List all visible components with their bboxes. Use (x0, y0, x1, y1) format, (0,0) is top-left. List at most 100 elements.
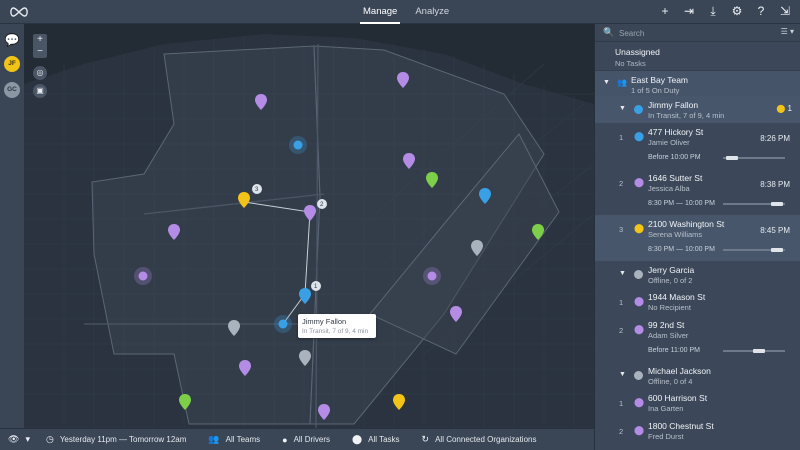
driver-marker[interactable] (278, 319, 288, 329)
driver-marker[interactable] (293, 140, 303, 150)
alert-count: 1 (787, 104, 792, 113)
driver-status: Offline, 0 of 2 (648, 276, 693, 285)
task-eta: 8:38 PM (760, 180, 790, 189)
top-actions: + ⇥ ⤓ ⚙ ? ⇲ (658, 4, 792, 18)
driver-marker[interactable] (427, 271, 437, 281)
top-bar: Manage Analyze + ⇥ ⤓ ⚙ ? ⇲ (0, 0, 800, 24)
task-recipient: Ina Garten (648, 404, 684, 413)
task-row[interactable]: 1 ⬤ 1944 Mason St No Recipient (595, 288, 800, 316)
filter-bar: 👁 ▾ ◷ Yesterday 11pm — Tomorrow 12am 👥 A… (0, 428, 594, 450)
driver-alert[interactable]: ⬤ 1 (776, 104, 792, 113)
chat-add-icon[interactable]: 💬 (4, 32, 20, 48)
tab-analyze[interactable]: Analyze (412, 0, 452, 24)
zoom-controls: + − (33, 34, 47, 58)
main-nav: Manage Analyze (360, 0, 452, 24)
driver-status-dot (634, 270, 643, 279)
map-view[interactable]: 3 2 1 + − ◎ ▣ Jimmy Fallon In Transit, 7… (24, 24, 594, 428)
task-number: 1 (619, 298, 624, 307)
task-recipient: Adam Silver (648, 331, 689, 340)
search-input[interactable] (619, 26, 759, 40)
drivers-filter[interactable]: ● All Drivers (282, 435, 330, 445)
logout-icon[interactable]: ⇲ (778, 4, 792, 18)
people-icon: 👥 (208, 434, 220, 444)
task-window-slider (723, 202, 785, 206)
team-header[interactable]: ▼ 👥 East Bay Team 1 of 5 On Duty (595, 70, 800, 96)
task-row[interactable]: 2 ⬤ 1800 Chestnut St Fred Durst (595, 417, 800, 445)
task-number: 2 (619, 179, 624, 188)
task-eta: 8:45 PM (760, 226, 790, 235)
time-range-filter[interactable]: ◷ Yesterday 11pm — Tomorrow 12am (46, 434, 186, 445)
pin-icon: ⬤ (352, 434, 363, 444)
driver-row[interactable]: ▼ Michael Jackson Offline, 0 of 4 (595, 362, 800, 389)
driver-row[interactable]: ▼ Jerry Garcia Offline, 0 of 2 (595, 261, 800, 288)
organizations-filter[interactable]: ↻ All Connected Organizations (422, 434, 537, 445)
task-number: 3 (619, 225, 624, 234)
organizations-label: All Connected Organizations (435, 435, 537, 444)
driver-status: In Transit, 7 of 9, 4 min (648, 111, 725, 120)
pin-icon: ⬤ (634, 131, 645, 141)
tooltip-driver-status: In Transit, 7 of 9, 4 min (302, 328, 369, 335)
unassigned-title: Unassigned (615, 47, 660, 57)
driver-dot-icon: ● (282, 434, 288, 445)
locate-icon[interactable]: ◎ (33, 66, 47, 80)
team-name: East Bay Team (631, 75, 689, 85)
drivers-label: All Drivers (293, 435, 331, 444)
settings-icon[interactable]: ⚙ (730, 4, 744, 18)
tab-manage[interactable]: Manage (360, 0, 401, 24)
tasks-filter[interactable]: ⬤ All Tasks (352, 434, 400, 445)
help-icon[interactable]: ? (754, 4, 768, 18)
search-bar: 🔍 ☰ ▾ (595, 24, 800, 42)
task-number: 1 (619, 399, 624, 408)
unassigned-section[interactable]: Unassigned No Tasks (595, 42, 800, 70)
chevron-down-icon[interactable]: ▼ (619, 371, 626, 378)
task-window-slider (723, 349, 785, 353)
teams-filter[interactable]: 👥 All Teams (208, 434, 260, 445)
task-number: 2 (619, 427, 624, 436)
task-number: 1 (619, 133, 624, 142)
window-handle (726, 156, 738, 160)
binoculars-filter-button[interactable]: 👁 ▾ (8, 434, 30, 445)
zoom-in-button[interactable]: + (33, 34, 47, 46)
task-row[interactable]: 3 ⬤ 2100 Washington St Serena Williams 8… (595, 215, 800, 261)
task-row[interactable]: 1 ⬤ 600 Harrison St Ina Garten (595, 389, 800, 417)
driver-marker[interactable] (138, 271, 148, 281)
people-icon: 👥 (617, 78, 627, 87)
task-address: 2100 Washington St (648, 219, 725, 229)
left-rail: 💬 JF GC (0, 24, 24, 428)
task-row[interactable]: 1 ⬤ 477 Hickory St Jamie Oliver 8:26 PM … (595, 123, 800, 169)
pin-icon: ⬤ (776, 104, 786, 113)
task-recipient: Jessica Alba (648, 184, 690, 193)
task-address: 99 2nd St (648, 320, 685, 330)
infinity-logo-icon[interactable] (8, 6, 30, 18)
avatar-gc[interactable]: GC (4, 82, 20, 98)
list-options-icon[interactable]: ☰ ▾ (781, 27, 794, 36)
chevron-down-icon[interactable]: ▼ (619, 270, 626, 277)
driver-status: Offline, 0 of 4 (648, 377, 693, 386)
zoom-out-button[interactable]: − (33, 46, 47, 58)
task-row[interactable]: 2 ⬤ 1646 Sutter St Jessica Alba 8:38 PM … (595, 169, 800, 215)
time-range-label: Yesterday 11pm — Tomorrow 12am (59, 435, 187, 444)
task-address: 1800 Chestnut St (648, 421, 714, 431)
chevron-down-icon[interactable]: ▼ (619, 105, 626, 112)
task-window: Before 10:00 PM (648, 154, 701, 161)
task-row[interactable]: 2 ⬤ 99 2nd St Adam Silver Before 11:00 P… (595, 316, 800, 362)
chevron-down-icon[interactable]: ▼ (603, 79, 610, 86)
avatar-jf[interactable]: JF (4, 56, 20, 72)
import-icon[interactable]: ⇥ (682, 4, 696, 18)
vehicle-icon[interactable]: ▣ (33, 84, 47, 98)
driver-name: Jimmy Fallon (648, 100, 699, 110)
team-status: 1 of 5 On Duty (631, 86, 680, 95)
connected-icon: ↻ (421, 434, 430, 444)
add-icon[interactable]: + (658, 4, 672, 18)
search-icon: 🔍 (603, 27, 615, 37)
driver-row[interactable]: ▼ Jimmy Fallon In Transit, 7 of 9, 4 min… (595, 96, 800, 123)
unassigned-subtitle: No Tasks (615, 59, 646, 68)
task-address: 1944 Mason St (648, 292, 706, 302)
download-icon[interactable]: ⤓ (706, 4, 720, 18)
task-recipient: Fred Durst (648, 432, 684, 441)
clock-icon: ◷ (45, 434, 54, 444)
tooltip-driver-name: Jimmy Fallon (302, 317, 347, 326)
task-window: 8:30 PM — 10:00 PM (648, 246, 715, 253)
pin-icon: ⬤ (634, 425, 645, 435)
driver-status-dot (634, 371, 643, 380)
